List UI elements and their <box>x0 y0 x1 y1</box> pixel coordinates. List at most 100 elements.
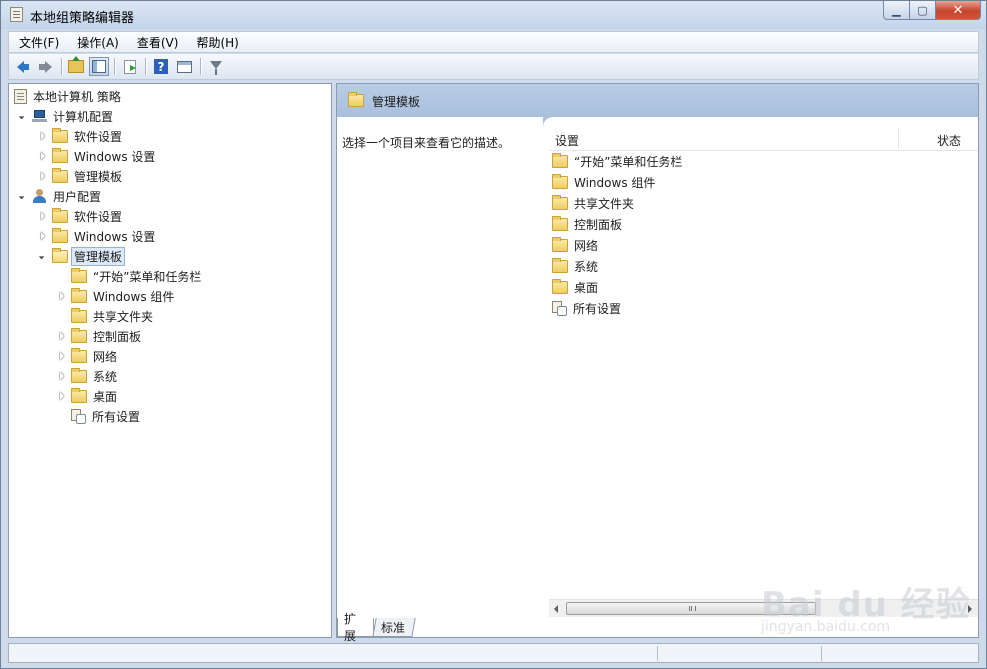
collapsed-arrow-icon[interactable] <box>39 152 47 160</box>
collapsed-arrow-icon[interactable] <box>58 352 66 360</box>
filter-icon <box>210 60 222 75</box>
tree-pane[interactable]: 本地计算机 策略 计算机配置 软件设置 Windows 设置 管理模板 用户配置 <box>8 83 332 638</box>
tree-item-cc-admin[interactable]: 管理模板 <box>39 166 122 186</box>
filter-button[interactable] <box>206 57 226 76</box>
tree-item-label: Windows 组件 <box>93 289 175 304</box>
view-tabs: 扩展 标准 <box>336 612 979 643</box>
list-item[interactable]: 系统 <box>552 256 598 276</box>
folder-icon <box>71 327 87 343</box>
tree-item-control-panel[interactable]: 控制面板 <box>58 326 141 346</box>
collapsed-arrow-icon[interactable] <box>39 232 47 240</box>
user-icon <box>32 189 47 203</box>
menu-view[interactable]: 查看(V) <box>127 34 187 51</box>
forward-button[interactable] <box>35 57 55 76</box>
tree-item-root[interactable]: 本地计算机 策略 <box>14 86 121 106</box>
folder-icon <box>52 207 68 223</box>
folder-icon <box>552 257 568 273</box>
maximize-button[interactable]: ▢ <box>910 1 936 20</box>
column-setting[interactable]: 设置 <box>555 132 579 149</box>
collapsed-arrow-icon[interactable] <box>39 212 47 220</box>
scroll-left-icon[interactable] <box>554 605 558 613</box>
help-icon: ? <box>154 59 168 74</box>
policy-editor-icon <box>10 7 23 22</box>
details-header: 管理模板 <box>337 84 978 117</box>
grip-icon <box>689 606 696 611</box>
toolbar-separator <box>114 58 115 75</box>
back-button[interactable] <box>12 57 32 76</box>
list-item[interactable]: Windows 组件 <box>552 172 655 192</box>
list-item[interactable]: 网络 <box>552 235 598 255</box>
list-item[interactable]: 控制面板 <box>552 214 622 234</box>
expanded-arrow-icon[interactable] <box>19 192 27 200</box>
scroll-right-icon[interactable] <box>968 605 972 613</box>
tree-item-cc-windows[interactable]: Windows 设置 <box>39 146 155 166</box>
list-item-label: 所有设置 <box>573 301 622 316</box>
folder-icon <box>71 267 87 283</box>
tree-item-computer-config[interactable]: 计算机配置 <box>19 106 113 126</box>
list-item-label: 系统 <box>574 259 599 274</box>
column-divider[interactable] <box>898 129 899 149</box>
expanded-arrow-icon[interactable] <box>19 112 27 120</box>
list-item[interactable]: “开始”菜单和任务栏 <box>552 151 682 171</box>
close-icon: ✕ <box>952 2 964 18</box>
maximize-icon: ▢ <box>917 3 928 17</box>
folder-icon <box>71 387 87 403</box>
tree-item-uc-admin[interactable]: 管理模板 <box>39 246 126 266</box>
tree-item-uc-windows[interactable]: Windows 设置 <box>39 226 155 246</box>
collapsed-arrow-icon[interactable] <box>58 332 66 340</box>
collapsed-arrow-icon[interactable] <box>58 372 66 380</box>
window-controls: ▁ ▢ ✕ <box>883 1 981 21</box>
tree-item-label: 本地计算机 策略 <box>33 89 121 104</box>
up-one-level-button[interactable] <box>66 56 86 76</box>
open-folder-icon <box>52 247 68 263</box>
tree-item-all-settings[interactable]: 所有设置 <box>58 406 140 426</box>
list-item-label: 控制面板 <box>574 217 623 232</box>
menu-help[interactable]: 帮助(H) <box>186 34 246 51</box>
tab-standard[interactable]: 标准 <box>372 618 416 637</box>
tab-extended[interactable]: 扩展 <box>337 612 374 643</box>
show-hide-action-pane-button[interactable] <box>174 57 194 76</box>
collapsed-arrow-icon[interactable] <box>39 132 47 140</box>
all-settings-icon <box>71 408 86 424</box>
show-hide-action-pane-icon <box>176 60 192 73</box>
tree-item-windows-components[interactable]: Windows 组件 <box>58 286 174 306</box>
minimize-button[interactable]: ▁ <box>883 1 910 20</box>
close-button[interactable]: ✕ <box>936 1 981 20</box>
list-item[interactable]: 共享文件夹 <box>552 193 634 213</box>
title-bar[interactable]: 本地组策略编辑器 ▁ ▢ ✕ <box>1 1 986 29</box>
export-list-button[interactable] <box>120 57 140 76</box>
column-status[interactable]: 状态 <box>937 132 961 149</box>
forward-arrow-icon <box>38 60 52 73</box>
menu-file[interactable]: 文件(F) <box>9 34 67 51</box>
tree-item-desktop[interactable]: 桌面 <box>58 386 117 406</box>
collapsed-arrow-icon[interactable] <box>39 172 47 180</box>
tree-item-uc-software[interactable]: 软件设置 <box>39 206 122 226</box>
list-item[interactable]: 所有设置 <box>552 298 621 318</box>
status-bar <box>8 643 979 663</box>
horizontal-scrollbar[interactable] <box>549 599 978 617</box>
menu-bar: 文件(F) 操作(A) 查看(V) 帮助(H) <box>8 31 979 53</box>
minimize-icon: ▁ <box>892 3 901 17</box>
collapsed-arrow-icon[interactable] <box>58 392 66 400</box>
tree-item-cc-software[interactable]: 软件设置 <box>39 126 122 146</box>
expanded-arrow-icon[interactable] <box>39 252 47 260</box>
list-item-label: “开始”菜单和任务栏 <box>574 154 683 169</box>
show-hide-tree-button[interactable] <box>89 57 109 76</box>
policy-icon <box>14 88 27 104</box>
scroll-thumb[interactable] <box>566 602 816 615</box>
description-text: 选择一个项目来查看它的描述。 <box>342 136 511 150</box>
collapsed-arrow-icon[interactable] <box>58 292 66 300</box>
tree-item-user-config[interactable]: 用户配置 <box>19 186 101 206</box>
up-folder-icon <box>68 56 84 73</box>
folder-icon <box>71 347 87 363</box>
tree-item-start-menu[interactable]: “开始”菜单和任务栏 <box>58 266 201 286</box>
help-button[interactable]: ? <box>151 57 171 76</box>
tree-item-system[interactable]: 系统 <box>58 366 117 386</box>
tree-item-label: 用户配置 <box>53 189 102 204</box>
menu-action[interactable]: 操作(A) <box>67 34 127 51</box>
tree-item-shared-folders[interactable]: 共享文件夹 <box>58 306 153 326</box>
tree-item-label: 控制面板 <box>93 329 142 344</box>
list-item[interactable]: 桌面 <box>552 277 598 297</box>
folder-icon <box>71 307 87 323</box>
tree-item-network[interactable]: 网络 <box>58 346 117 366</box>
